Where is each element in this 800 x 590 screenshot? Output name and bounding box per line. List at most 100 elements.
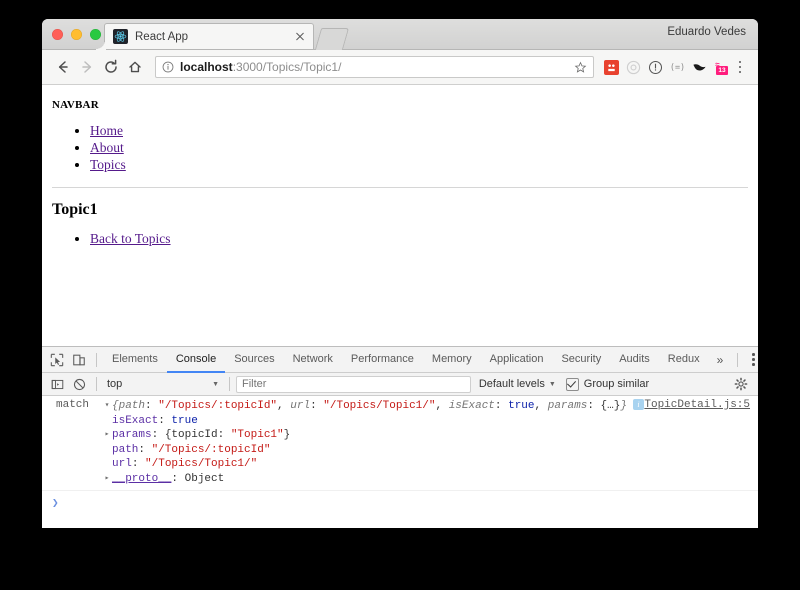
property-key: isExact	[112, 414, 159, 427]
object-property-path: path: "/Topics/:topicId"	[112, 443, 271, 456]
clear-console-icon[interactable]	[68, 373, 90, 395]
address-bar[interactable]: localhost:3000/Topics/Topic1/	[155, 56, 594, 78]
browser-tab-strip: React App Eduardo Vedes	[42, 19, 758, 50]
react-logo-icon	[113, 29, 128, 44]
console-sidebar-icon[interactable]	[46, 373, 68, 395]
inspect-element-icon[interactable]	[46, 349, 68, 371]
browser-tab[interactable]: React App	[96, 23, 314, 50]
extension-red-icon[interactable]	[602, 58, 621, 77]
object-summary-row[interactable]: ▾ {path: "/Topics/:topicId", url: "/Topic…	[102, 399, 648, 414]
page-title: Topic1	[52, 200, 98, 218]
filterbar-divider-2	[229, 377, 230, 391]
property-key[interactable]: __proto__	[112, 473, 171, 485]
tab-console[interactable]: Console	[166, 347, 226, 373]
reload-icon[interactable]	[99, 55, 123, 79]
tab-application[interactable]: Application	[481, 347, 553, 372]
settings-gear-icon[interactable]	[730, 373, 752, 395]
devtools-tabbar: Elements Console Sources Network Perform…	[42, 347, 758, 373]
back-arrow-icon[interactable]	[51, 55, 75, 79]
close-window-button[interactable]	[52, 29, 63, 40]
expand-arrow-icon[interactable]: ▸	[102, 428, 112, 443]
summary-value-url: "/Topics/Topic1/"	[323, 400, 436, 412]
property-value: "/Topics/Topic1/"	[145, 458, 258, 470]
nav-link-topics[interactable]: Topics	[90, 157, 126, 172]
calendar-badge-count: 13	[716, 65, 728, 75]
property-value-suffix: }	[283, 429, 291, 441]
info-badge-icon[interactable]: i	[632, 399, 644, 410]
browser-window: React App Eduardo Vedes localhost:3000/T…	[42, 19, 758, 528]
console-output[interactable]: match TopicDetail.js:5 ▾ {path: "/Topics/…	[42, 396, 758, 528]
property-value: true	[171, 414, 198, 427]
list-item: Topics	[90, 157, 748, 173]
bookmark-star-icon[interactable]	[574, 61, 587, 74]
property-value-string: "Topic1"	[230, 429, 284, 441]
summary-key-params: params	[547, 400, 588, 412]
tab-redux[interactable]: Redux	[659, 347, 709, 372]
extension-bird-icon[interactable]	[690, 58, 709, 77]
navbar-heading: NAVBAR	[52, 99, 99, 111]
group-similar-toggle[interactable]: Group similar	[565, 377, 649, 391]
tab-sources[interactable]: Sources	[225, 347, 283, 372]
maximize-window-button[interactable]	[90, 29, 101, 40]
info-circle-icon[interactable]	[162, 61, 174, 73]
extension-icons: (=) ≈ 13	[602, 58, 731, 77]
console-filter-toolbar: top ▼ Default levels ▼ Group similar	[42, 373, 758, 396]
back-to-topics-link[interactable]: Back to Topics	[90, 231, 171, 246]
device-toolbar-icon[interactable]	[68, 349, 90, 371]
console-object-tree: ▾ {path: "/Topics/:topicId", url: "/Topic…	[102, 399, 758, 486]
home-icon[interactable]	[123, 55, 147, 79]
extension-info-icon[interactable]	[646, 58, 665, 77]
nav-link-home[interactable]: Home	[90, 123, 123, 138]
tab-elements[interactable]: Elements	[103, 347, 167, 372]
console-context-select[interactable]: top ▼	[103, 376, 223, 393]
content-divider	[52, 186, 748, 188]
property-key: params	[112, 429, 152, 441]
profile-name-label[interactable]: Eduardo Vedes	[667, 26, 746, 38]
toolbar-divider-right	[737, 352, 739, 367]
object-property-proto[interactable]: ▸ __proto__: Object	[102, 472, 648, 487]
devtools-menu-dots-icon[interactable]	[744, 349, 758, 371]
forward-arrow-icon[interactable]	[75, 55, 99, 79]
console-source-link[interactable]: TopicDetail.js:5	[644, 399, 750, 411]
expand-arrow-icon[interactable]: ▾	[102, 399, 112, 414]
summary-value-path: "/Topics/:topicId"	[158, 400, 278, 412]
list-item: Home	[90, 123, 748, 139]
property-value: Object	[184, 472, 225, 485]
extension-dotted-icon[interactable]: (=)	[668, 58, 687, 77]
extension-calendar-icon[interactable]: ≈ 13	[712, 58, 731, 77]
filterbar-divider	[96, 377, 97, 391]
close-tab-button[interactable]	[293, 30, 307, 44]
url-path: :3000/Topics/Topic1/	[232, 60, 342, 74]
address-bar-url: localhost:3000/Topics/Topic1/	[180, 60, 568, 74]
browser-toolbar: localhost:3000/Topics/Topic1/ (=) ≈ 13	[42, 50, 758, 85]
console-log-levels-select[interactable]: Default levels ▼	[479, 378, 556, 390]
nav-link-about[interactable]: About	[90, 140, 124, 155]
property-key: url	[112, 458, 132, 470]
summary-value-isexact: true	[508, 400, 535, 412]
page-viewport: NAVBAR Home About Topics Topic1 Back to …	[42, 85, 758, 346]
tab-audits[interactable]: Audits	[610, 347, 659, 372]
console-filter-input[interactable]	[236, 375, 471, 393]
devtools-panel: Elements Console Sources Network Perform…	[42, 346, 758, 528]
extension-gray-circle-icon[interactable]	[624, 58, 643, 77]
summary-value-params: {…}	[600, 400, 621, 412]
brace-close: }	[620, 400, 627, 412]
object-property-params[interactable]: ▸ params: {topicId: "Topic1"}	[102, 428, 648, 443]
tab-performance[interactable]: Performance	[342, 347, 423, 372]
new-tab-button[interactable]	[314, 28, 350, 50]
expand-arrow-icon[interactable]: ▸	[102, 472, 112, 487]
chrome-menu-dots-icon[interactable]	[731, 56, 749, 78]
tab-memory[interactable]: Memory	[423, 347, 481, 372]
console-input-prompt[interactable]: ❯	[42, 491, 758, 516]
browser-tab-title: React App	[135, 30, 189, 43]
chevron-down-icon: ▼	[548, 380, 556, 388]
list-item: Back to Topics	[90, 231, 748, 247]
log-levels-label: Default levels	[478, 378, 545, 390]
console-context-value: top	[107, 378, 123, 390]
minimize-window-button[interactable]	[71, 29, 82, 40]
tab-network[interactable]: Network	[284, 347, 342, 372]
summary-key-isexact: isExact	[448, 400, 495, 412]
more-tabs-button[interactable]: »	[709, 353, 732, 367]
group-similar-checkbox[interactable]	[565, 377, 579, 391]
tab-security[interactable]: Security	[552, 347, 610, 372]
